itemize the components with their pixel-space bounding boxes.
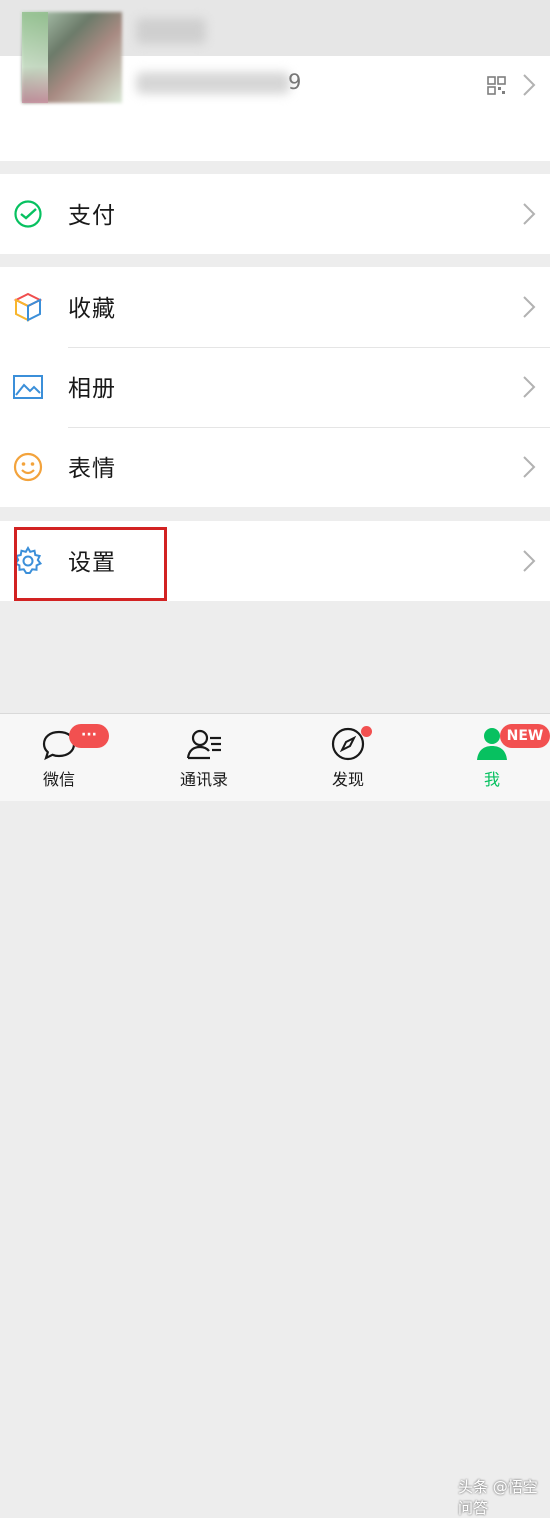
profile-card[interactable]: 9 [0, 0, 550, 161]
smiley-icon [13, 452, 43, 482]
contacts-icon [186, 729, 221, 760]
nickname-blurred [136, 18, 206, 44]
bottom-tab-bar: 微信 ··· 通讯录 发现 我 NEW 头条 @悟空问答 [0, 713, 550, 1517]
chevron-right-icon [523, 203, 536, 225]
menu-item-label: 收藏 [68, 296, 116, 322]
album-icon [13, 375, 43, 399]
new-badge: NEW [500, 724, 550, 748]
menu-item-pay[interactable]: 支付 [0, 174, 550, 254]
menu-item-favorites[interactable]: 收藏 [0, 267, 550, 347]
collection-section: 收藏 相册 表情 [0, 267, 550, 507]
pay-section: 支付 [0, 174, 550, 254]
tab-discover[interactable]: 发现 [293, 714, 403, 801]
discover-red-dot [361, 726, 372, 737]
menu-item-label: 表情 [68, 456, 116, 482]
menu-item-album[interactable]: 相册 [0, 347, 550, 427]
chevron-right-icon [523, 74, 536, 96]
chevron-right-icon [523, 296, 536, 318]
wechat-id-blurred [136, 72, 290, 94]
settings-highlight-box [14, 527, 167, 601]
qr-code-icon[interactable] [487, 76, 506, 95]
chevron-right-icon [523, 456, 536, 478]
menu-item-stickers[interactable]: 表情 [0, 427, 550, 507]
wechat-id-tail: 9 [288, 70, 302, 94]
chevron-right-icon [523, 550, 536, 572]
tab-label: 我 [483, 770, 500, 789]
avatar-decoration [22, 12, 48, 103]
tab-label: 通讯录 [179, 770, 228, 789]
favorites-cube-icon [13, 292, 43, 322]
unread-badge: ··· [69, 724, 109, 748]
menu-item-label: 支付 [68, 203, 116, 229]
tab-label: 微信 [42, 770, 75, 789]
pay-icon [14, 200, 42, 228]
chevron-right-icon [523, 376, 536, 398]
menu-item-label: 相册 [68, 376, 116, 402]
tab-label: 发现 [331, 770, 364, 789]
watermark: 头条 @悟空问答 [458, 1478, 538, 1517]
tab-contacts[interactable]: 通讯录 [149, 714, 259, 801]
